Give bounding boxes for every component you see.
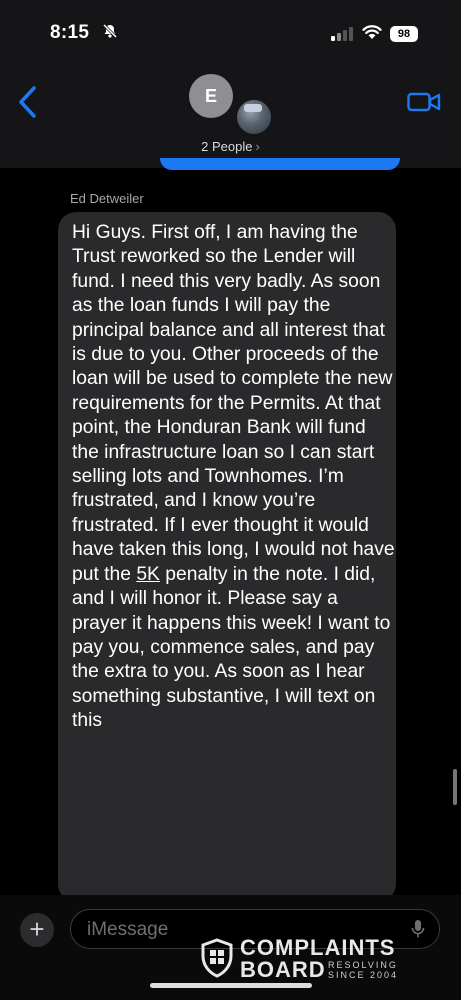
watermark-tag2: SINCE 2004 — [328, 970, 399, 980]
sender-name: Ed Detweiler — [70, 191, 144, 206]
group-info-button[interactable]: 2 People › — [0, 139, 461, 154]
shield-logo-icon — [201, 938, 233, 978]
message-input-placeholder: iMessage — [87, 919, 169, 940]
battery-indicator: 98 — [390, 26, 418, 42]
video-camera-icon[interactable] — [407, 91, 441, 113]
message-text-part1: Hi Guys. First off, I am having the Trus… — [72, 222, 395, 585]
conversation-header: E 2 People › — [0, 62, 461, 168]
watermark-tagline: RESOLVING SINCE 2004 — [328, 960, 398, 980]
message-underlined-amount: 5K — [136, 563, 160, 585]
watermark-tag1: RESOLVING — [328, 960, 398, 970]
status-bar: 8:15 98 — [0, 0, 461, 62]
signal-strength-icon — [331, 27, 353, 41]
chevron-left-icon[interactable] — [16, 84, 40, 120]
watermark: COMPLAINTS BOARD RESOLVING SINCE 2004 — [200, 935, 440, 986]
bell-slash-icon — [102, 23, 118, 39]
message-text-part2: penalty in the note. I did, and I will h… — [72, 563, 391, 732]
group-label: 2 People — [201, 139, 253, 154]
avatar-photo[interactable] — [235, 98, 273, 136]
scroll-indicator[interactable] — [453, 769, 457, 805]
avatar[interactable]: E — [189, 74, 233, 118]
previous-message-bubble — [160, 158, 400, 170]
wifi-icon — [362, 25, 382, 39]
status-time: 8:15 — [50, 22, 90, 43]
message-text: Hi Guys. First off, I am having the Trus… — [72, 221, 396, 734]
watermark-line2: BOARD — [240, 957, 326, 982]
plus-button[interactable]: + — [20, 913, 54, 947]
chevron-right-icon: › — [255, 139, 260, 154]
